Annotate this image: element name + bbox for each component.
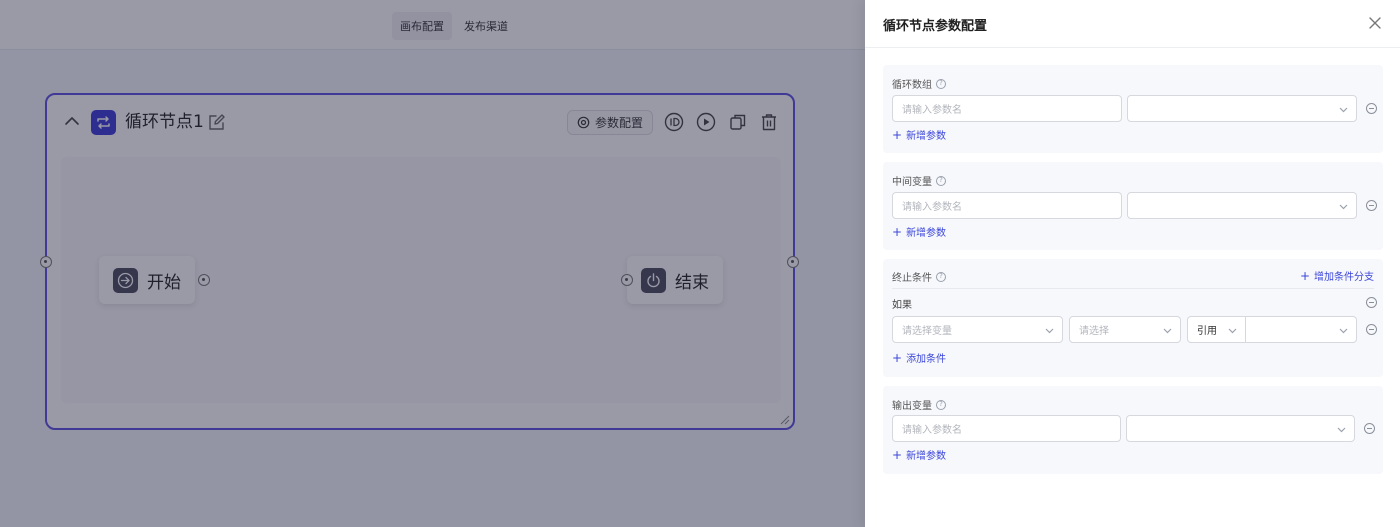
- modal-overlay[interactable]: [0, 0, 865, 527]
- intermediate-variable-label-text: 中间变量: [892, 177, 932, 188]
- intermediate-variable-section: 中间变量 ? 请输入参数名 + 新增参数: [883, 162, 1383, 250]
- condition-value-select[interactable]: [1245, 316, 1357, 343]
- condition-operator-placeholder: 请选择: [1079, 326, 1109, 337]
- output-variable-label: 输出变量 ?: [892, 397, 946, 412]
- loop-array-value-select[interactable]: [1127, 95, 1357, 122]
- add-param-label: 新增参数: [906, 228, 947, 239]
- remove-condition-icon[interactable]: [1366, 324, 1377, 335]
- chevron-down-icon: [1045, 328, 1054, 334]
- intermediate-variable-label: 中间变量 ?: [892, 173, 946, 188]
- remove-branch-icon[interactable]: [1366, 297, 1377, 308]
- stop-condition-label: 终止条件 ?: [892, 269, 946, 284]
- output-name-placeholder: 请输入参数名: [902, 425, 962, 436]
- loop-array-label: 循环数组 ?: [892, 76, 946, 91]
- output-value-select[interactable]: [1126, 415, 1355, 442]
- remove-param-icon[interactable]: [1366, 103, 1377, 114]
- condition-variable-select[interactable]: 请选择变量: [892, 316, 1063, 343]
- condition-variable-placeholder: 请选择变量: [902, 326, 952, 337]
- loop-node-param-drawer: 循环节点参数配置 循环数组 ? 请输入参数名 + 新增参数 中间变量 ? 请输入…: [865, 0, 1400, 527]
- chevron-down-icon: [1337, 427, 1346, 433]
- chevron-down-icon: [1163, 328, 1172, 334]
- output-variable-label-text: 输出变量: [892, 401, 932, 412]
- intermediate-name-placeholder: 请输入参数名: [902, 202, 962, 213]
- help-icon[interactable]: ?: [936, 78, 946, 89]
- add-condition-label: 添加条件: [906, 354, 947, 365]
- add-loop-array-param-button[interactable]: + 新增参数: [892, 127, 947, 143]
- condition-operator-select[interactable]: 请选择: [1069, 316, 1181, 343]
- add-output-param-button[interactable]: + 新增参数: [892, 447, 947, 463]
- loop-array-section: 循环数组 ? 请输入参数名 + 新增参数: [883, 65, 1383, 153]
- stop-condition-label-text: 终止条件: [892, 273, 932, 284]
- drawer-title: 循环节点参数配置: [883, 19, 988, 34]
- add-condition-button[interactable]: + 添加条件: [892, 350, 947, 366]
- intermediate-name-input[interactable]: 请输入参数名: [892, 192, 1122, 219]
- plus-icon: +: [892, 447, 903, 462]
- section-divider: [892, 288, 1374, 289]
- workflow-canvas: 画布配置 发布渠道 循环节点1 参数配置 开始 结束: [0, 0, 865, 527]
- plus-icon: +: [1299, 268, 1310, 283]
- if-label: 如果: [892, 300, 912, 311]
- chevron-down-icon: [1339, 328, 1348, 334]
- add-intermediate-param-button[interactable]: + 新增参数: [892, 224, 947, 240]
- loop-array-name-input[interactable]: 请输入参数名: [892, 95, 1122, 122]
- chevron-down-icon: [1339, 204, 1348, 210]
- add-branch-label: 增加条件分支: [1314, 272, 1374, 283]
- plus-icon: +: [892, 224, 903, 239]
- plus-icon: +: [892, 127, 903, 142]
- plus-icon: +: [892, 350, 903, 365]
- add-param-label: 新增参数: [906, 131, 947, 142]
- add-param-label: 新增参数: [906, 451, 947, 462]
- chevron-down-icon: [1228, 328, 1237, 334]
- intermediate-value-select[interactable]: [1127, 192, 1357, 219]
- condition-value-type-select[interactable]: 引用: [1187, 316, 1246, 343]
- help-icon[interactable]: ?: [936, 271, 946, 282]
- output-name-input[interactable]: 请输入参数名: [892, 415, 1121, 442]
- remove-param-icon[interactable]: [1366, 200, 1377, 211]
- close-icon[interactable]: [1368, 16, 1382, 30]
- remove-param-icon[interactable]: [1364, 423, 1375, 434]
- add-condition-branch-button[interactable]: + 增加条件分支: [1299, 268, 1374, 284]
- loop-array-name-placeholder: 请输入参数名: [902, 105, 962, 116]
- output-variable-section: 输出变量 ? 请输入参数名 + 新增参数: [883, 386, 1383, 474]
- help-icon[interactable]: ?: [936, 175, 946, 186]
- drawer-header: 循环节点参数配置: [865, 0, 1400, 48]
- stop-condition-section: 终止条件 ? + 增加条件分支 如果 请选择变量 请选择 引用 + 添加条件: [883, 259, 1383, 377]
- condition-value-type-value: 引用: [1197, 326, 1217, 337]
- chevron-down-icon: [1339, 107, 1348, 113]
- loop-array-label-text: 循环数组: [892, 80, 932, 91]
- help-icon[interactable]: ?: [936, 399, 946, 410]
